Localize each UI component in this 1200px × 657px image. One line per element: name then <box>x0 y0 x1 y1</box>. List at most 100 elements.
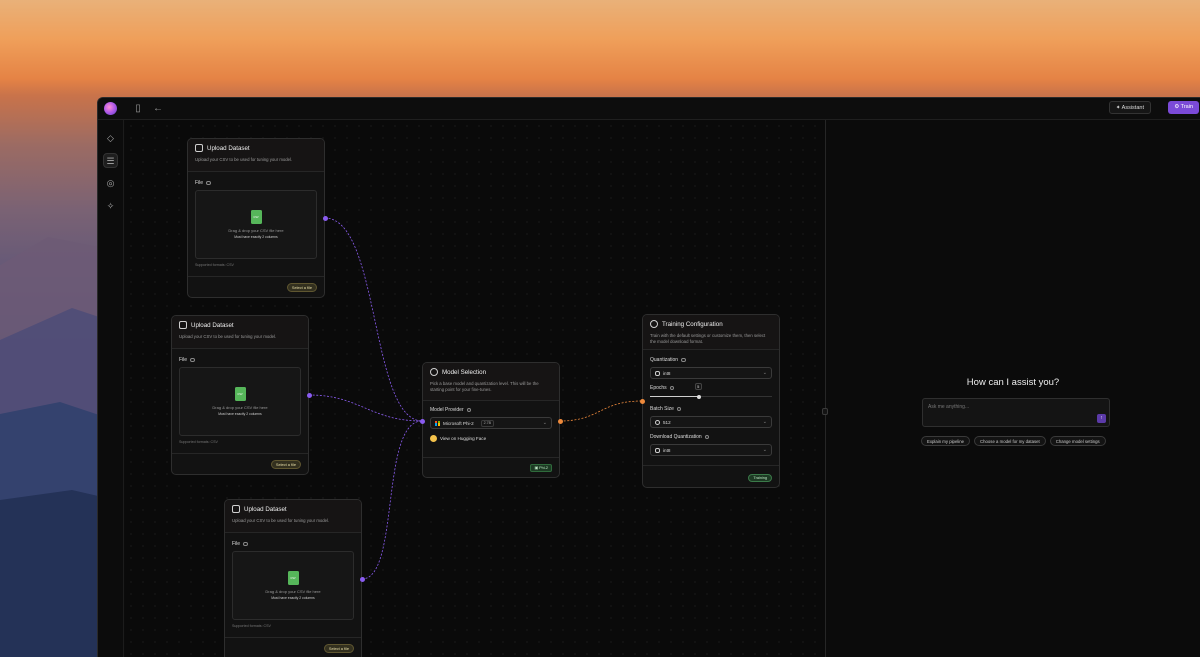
batch-icon <box>655 419 660 425</box>
dropzone-text: Drag & drop your CSV file here <box>265 589 321 594</box>
assistant-input[interactable]: Ask me anything... ↑ <box>922 398 1110 427</box>
info-icon <box>669 385 675 391</box>
upload-dataset-node[interactable]: Upload Dataset Upload your CSV to be use… <box>224 499 362 657</box>
field-label: Download Quantization <box>650 434 702 440</box>
arrow-up-icon[interactable]: ↑ <box>1097 414 1106 423</box>
batch-size-value: 512 <box>663 419 671 425</box>
info-icon <box>681 357 686 363</box>
hugging-face-link-label: View on Hugging Face <box>440 436 487 441</box>
chevron-down-icon: ⌄ <box>762 447 767 453</box>
hugging-face-icon <box>430 435 437 442</box>
select-file-button[interactable]: Select a file <box>286 283 317 292</box>
node-footer: Select a file <box>172 453 308 474</box>
back-arrow-icon[interactable]: ← <box>151 102 165 116</box>
model-icon <box>430 368 438 376</box>
node-title: Upload Dataset <box>191 321 234 329</box>
chip-explain-pipeline[interactable]: Explain my pipeline <box>921 436 971 446</box>
field-label: File <box>179 357 188 363</box>
info-icon <box>676 406 682 412</box>
chevron-down-icon: ⌄ <box>542 420 547 426</box>
epochs-value: 5 <box>694 383 702 390</box>
field-label: Quantization <box>650 357 679 363</box>
dropzone-text: Drag & drop your CSV file here <box>228 228 284 233</box>
top-bar: ▯ ← ✦ Assistant ⚙ Train <box>98 98 1200 120</box>
info-icon <box>704 434 710 440</box>
node-header: Training Configuration Train with the de… <box>643 315 779 350</box>
csv-file-icon <box>250 210 262 224</box>
output-port[interactable] <box>360 577 365 582</box>
training-badge: Training <box>748 474 772 482</box>
model-provider-select[interactable]: Microsoft Phi-2 2.7B ⌄ <box>430 417 552 429</box>
sparkle-icon[interactable]: ✧ <box>103 199 118 214</box>
node-subtitle: Upload your CSV to be used for tuning yo… <box>179 334 277 339</box>
assistant-button-label: Assistant <box>1121 105 1144 111</box>
csv-file-icon <box>234 387 246 401</box>
assistant-panel: How can I assist you? Ask me anything...… <box>826 120 1200 657</box>
select-file-button[interactable]: Select a file <box>270 460 301 469</box>
node-subtitle: Upload your CSV to be used for tuning yo… <box>195 157 293 162</box>
field-label: File <box>195 180 204 186</box>
epochs-slider[interactable]: 5 <box>650 383 772 401</box>
node-title: Model Selection <box>442 368 487 376</box>
supported-formats: Supported formats: CSV <box>179 440 218 444</box>
sidebar-toggle-icon[interactable]: ▯ <box>131 102 145 116</box>
field-label: File <box>232 541 241 547</box>
quantization-value: int8 <box>663 370 671 376</box>
chip-icon <box>655 447 660 453</box>
model-icon[interactable]: ◎ <box>103 176 118 191</box>
database-icon <box>195 144 203 152</box>
download-quantization-select[interactable]: int8 ⌄ <box>650 444 772 456</box>
model-size-tag: 2.7B <box>480 419 495 427</box>
workflow-icon[interactable]: ◇ <box>103 131 118 146</box>
chip-change-settings[interactable]: Change model settings <box>1049 436 1106 446</box>
input-port[interactable] <box>420 419 425 424</box>
assistant-heading: How can I assist you? <box>966 377 1060 388</box>
assistant-input-placeholder: Ask me anything... <box>928 404 970 410</box>
hugging-face-link[interactable]: View on Hugging Face <box>430 435 552 442</box>
field-label: Model Provider <box>430 407 464 413</box>
output-port[interactable] <box>323 216 328 221</box>
node-footer: Training <box>643 465 779 487</box>
model-selection-node[interactable]: Model Selection Pick a base model and qu… <box>422 362 560 478</box>
dropzone-hint: Must have exactly 2 columns <box>271 596 315 600</box>
csv-dropzone[interactable]: Drag & drop your CSV file here Must have… <box>195 190 317 259</box>
node-header: Model Selection Pick a base model and qu… <box>423 363 559 401</box>
node-title: Training Configuration <box>662 320 723 328</box>
slider-knob[interactable] <box>696 394 701 399</box>
supported-formats: Supported formats: CSV <box>195 263 234 267</box>
node-header: Upload Dataset Upload your CSV to be use… <box>188 139 324 172</box>
chevron-down-icon: ⌄ <box>762 419 767 425</box>
batch-size-select[interactable]: 512 ⌄ <box>650 416 772 428</box>
select-file-button[interactable]: Select a file <box>323 644 354 653</box>
node-subtitle: Pick a base model and quantization level… <box>430 381 539 392</box>
quantization-select[interactable]: int8 ⌄ <box>650 367 772 379</box>
database-icon[interactable]: ☰ <box>103 153 118 168</box>
csv-dropzone[interactable]: Drag & drop your CSV file here Must have… <box>232 551 354 620</box>
input-port[interactable] <box>640 399 645 404</box>
suggestion-chips: Explain my pipeline Choose a model for m… <box>921 436 1106 446</box>
info-icon <box>466 407 472 413</box>
assistant-button[interactable]: ✦ Assistant <box>1108 101 1151 114</box>
dropzone-text: Drag & drop your CSV file here <box>212 405 268 410</box>
node-footer: Select a file <box>225 637 361 657</box>
chip-choose-model[interactable]: Choose a model for my dataset <box>974 436 1046 446</box>
database-icon <box>179 321 187 329</box>
chevron-down-icon: ⌄ <box>762 370 767 376</box>
dropzone-hint: Must have exactly 2 columns <box>218 412 262 416</box>
database-icon <box>232 505 240 513</box>
output-port[interactable] <box>558 419 563 424</box>
microsoft-icon <box>435 420 440 426</box>
info-icon <box>243 541 248 547</box>
info-icon <box>190 357 195 363</box>
info-icon <box>206 180 211 186</box>
csv-dropzone[interactable]: Drag & drop your CSV file here Must have… <box>179 367 301 436</box>
dropzone-hint: Must have exactly 2 columns <box>234 235 278 239</box>
output-port[interactable] <box>307 393 312 398</box>
train-button[interactable]: ⚙ Train <box>1168 101 1199 114</box>
training-configuration-node[interactable]: Training Configuration Train with the de… <box>642 314 780 488</box>
train-button-label: Train <box>1180 104 1193 110</box>
upload-dataset-node[interactable]: Upload Dataset Upload your CSV to be use… <box>187 138 325 298</box>
field-label: Batch Size <box>650 406 674 412</box>
upload-dataset-node[interactable]: Upload Dataset Upload your CSV to be use… <box>171 315 309 475</box>
node-footer: Select a file <box>188 276 324 297</box>
